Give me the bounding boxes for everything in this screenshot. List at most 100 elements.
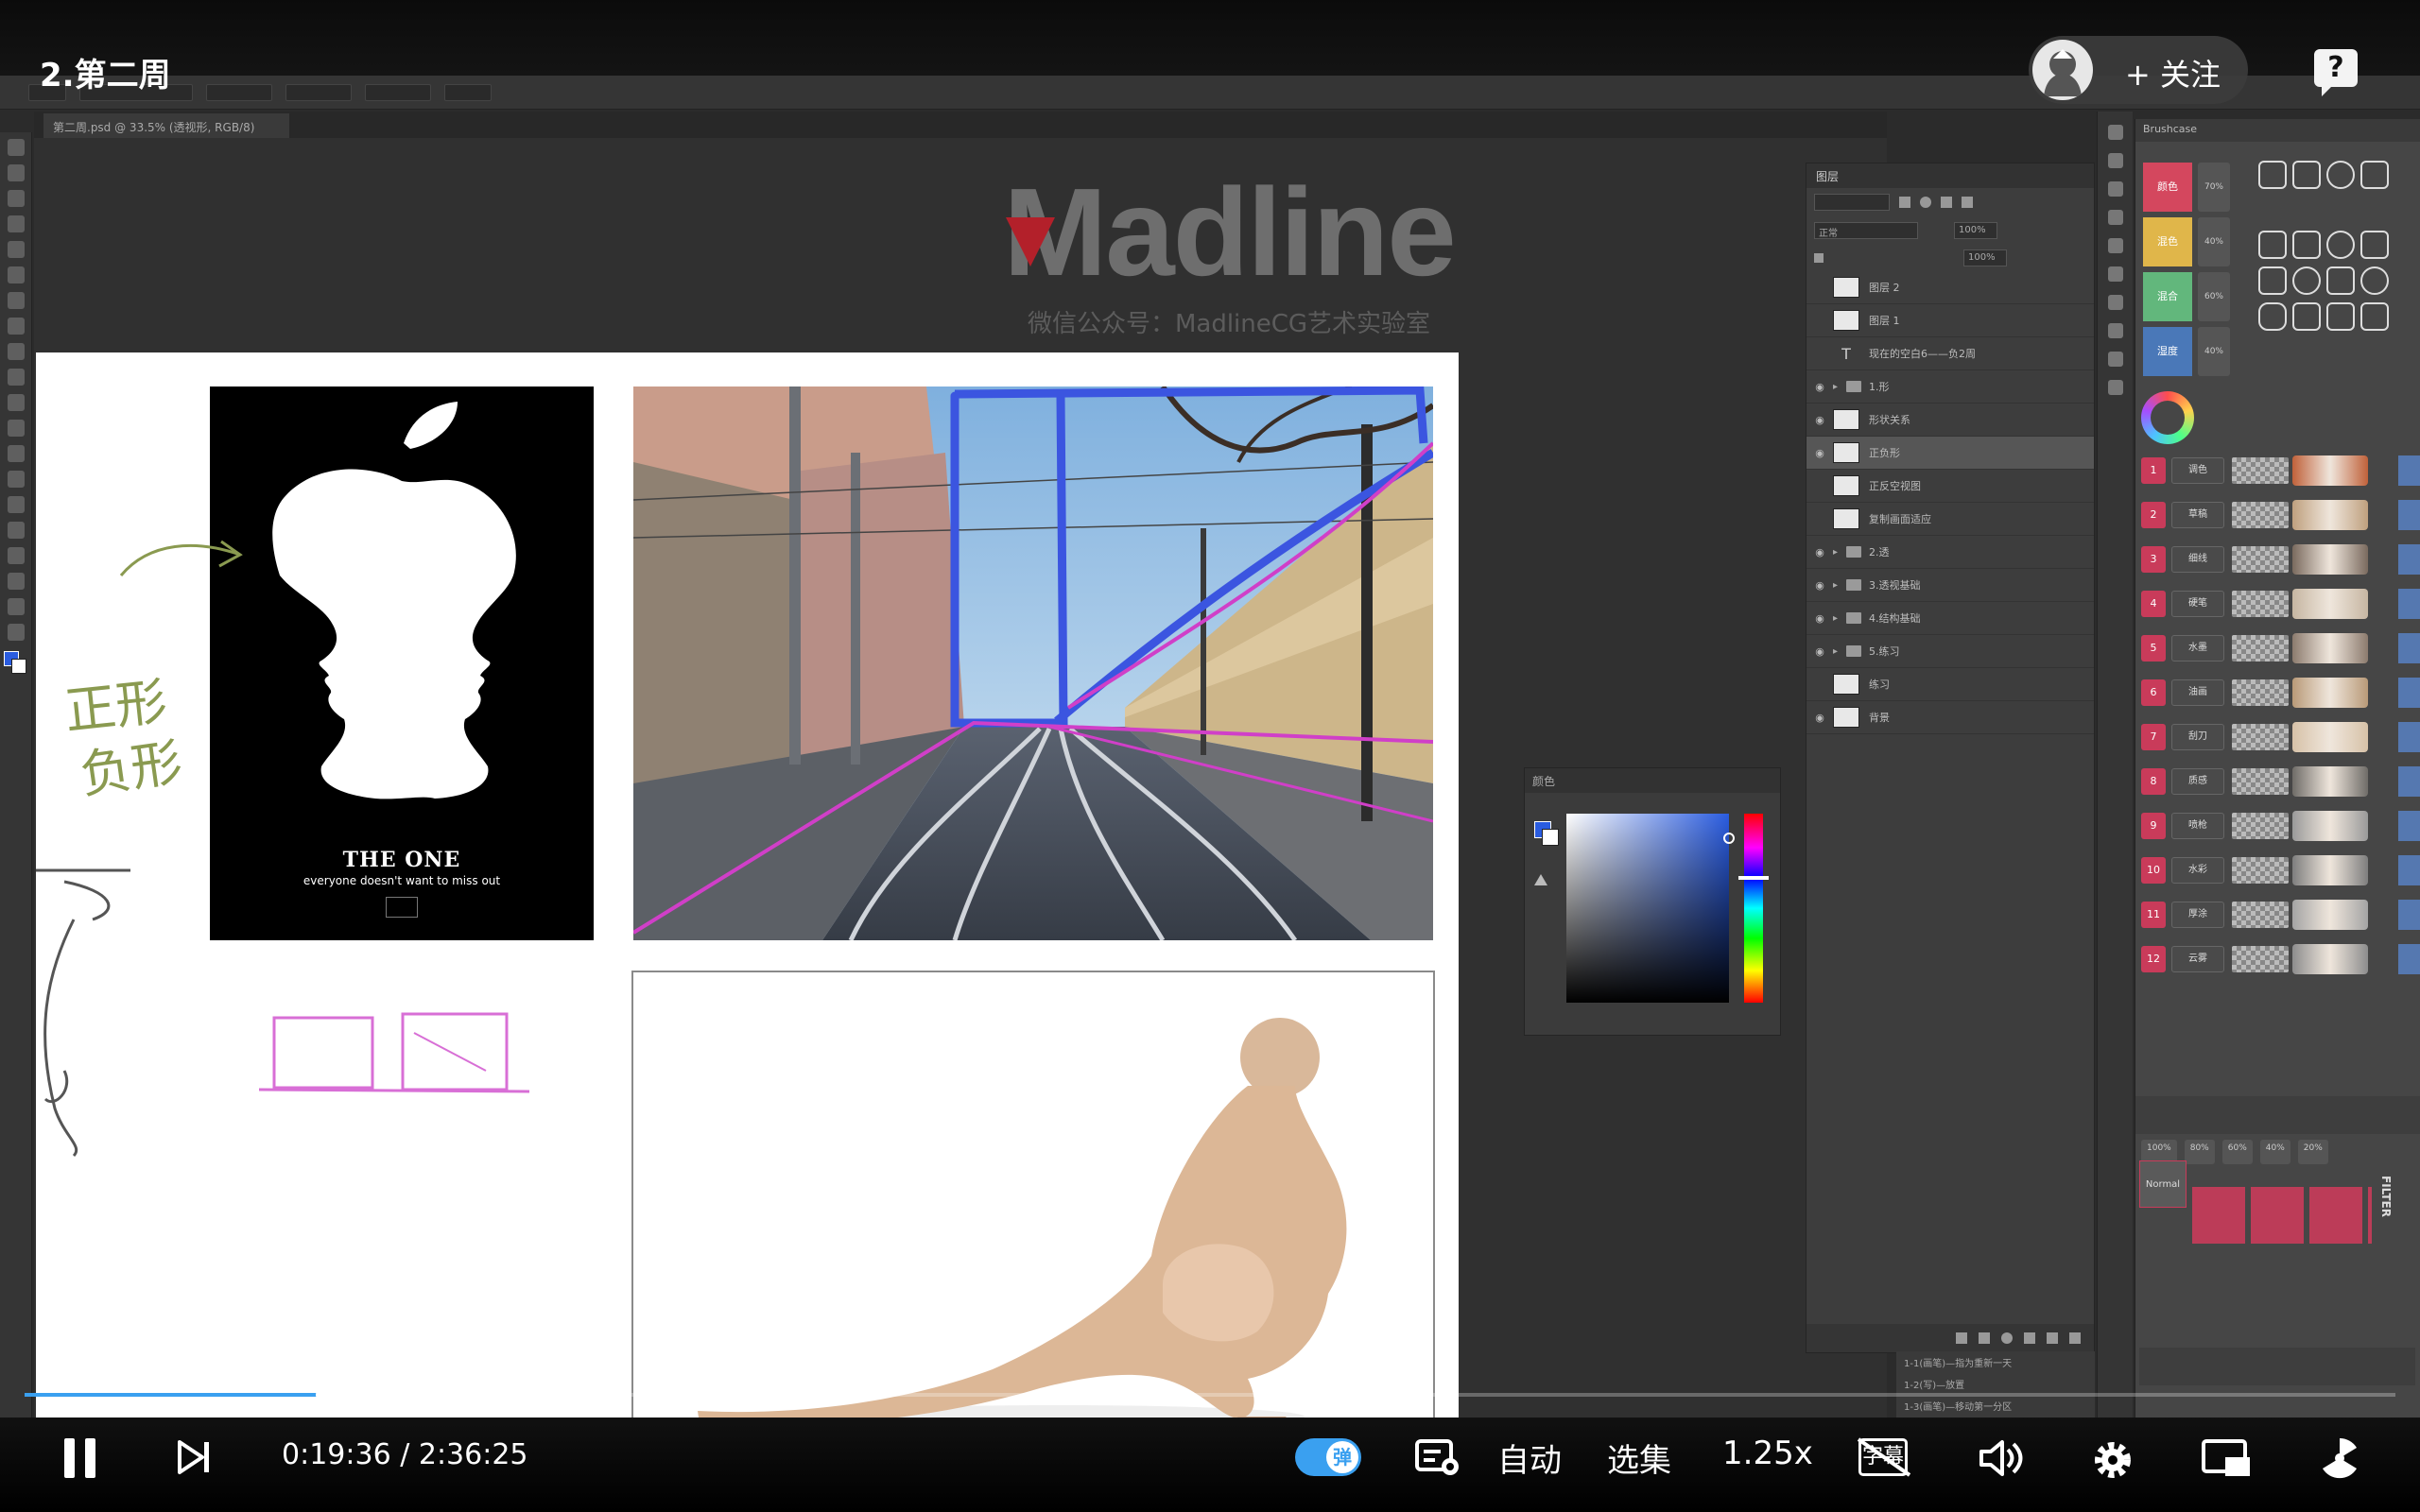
paths-panel-icon[interactable]	[2108, 210, 2123, 225]
lasso-tool-icon[interactable]	[8, 190, 25, 207]
danmu-toggle[interactable]: 弹	[1295, 1438, 1361, 1476]
layer-visibility-eye-icon[interactable]: ◉	[1806, 546, 1833, 558]
stroke-icon[interactable]	[2360, 231, 2389, 259]
blend-mode-dropdown[interactable]: 正常	[1814, 222, 1918, 239]
brush-swatch-percent[interactable]: 40%	[2198, 327, 2230, 376]
brush-side-tab[interactable]	[2398, 633, 2420, 663]
brush-side-tab[interactable]	[2398, 544, 2420, 575]
channels-panel-icon[interactable]	[2108, 181, 2123, 197]
layer-visibility-eye-icon[interactable]: ◉	[1806, 645, 1833, 658]
layer-row[interactable]: ◉ ▸ 3.透视基础	[1806, 569, 2094, 602]
shape-tool-icon[interactable]	[8, 573, 25, 590]
actions-panel-icon[interactable]	[2108, 380, 2123, 395]
brush-preset-number[interactable]: 9	[2141, 813, 2166, 839]
brush-preset-label[interactable]: 水彩	[2171, 857, 2224, 884]
brush-preset-number[interactable]: 11	[2141, 902, 2166, 928]
pencil-icon[interactable]	[2292, 161, 2321, 189]
brush-side-tab[interactable]	[2398, 944, 2420, 974]
flow-field[interactable]	[285, 83, 352, 101]
brush-preset-row[interactable]: 12 云雾	[2135, 940, 2420, 978]
layer-row[interactable]: ◉ ▸ 2.透	[1806, 536, 2094, 569]
layer-row[interactable]: 正反空视图	[1806, 470, 2094, 503]
brush-color-swatch[interactable]: 颜色	[2143, 163, 2192, 212]
brush-preset-number[interactable]: 10	[2141, 857, 2166, 884]
history-panel-icon[interactable]	[2108, 125, 2123, 140]
pen-icon[interactable]	[2258, 161, 2287, 189]
brush-preset-label[interactable]: 质感	[2171, 768, 2224, 795]
brush-preset-number[interactable]: 8	[2141, 768, 2166, 795]
progress-bar[interactable]	[25, 1389, 2395, 1400]
zoom-tool-icon[interactable]	[8, 624, 25, 641]
auto-quality-button[interactable]: 自动	[1497, 1435, 1562, 1481]
brush-preset-number[interactable]: 6	[2141, 679, 2166, 706]
brush-preset-row[interactable]: 10 水彩	[2135, 851, 2420, 889]
smoothing-field[interactable]	[365, 83, 431, 101]
history-item[interactable]: 1-1(画笔)—指为重新一天	[1896, 1351, 2095, 1373]
danmu-settings-icon[interactable]	[1414, 1438, 1461, 1478]
layer-visibility-eye-icon[interactable]: ◉	[1806, 612, 1833, 625]
group-expand-chevron-icon[interactable]: ▸	[1833, 580, 1846, 591]
brush-side-tab[interactable]	[2398, 455, 2420, 486]
brush-swatch-percent[interactable]: 40%	[2198, 217, 2230, 266]
puzzle-icon[interactable]	[2292, 302, 2321, 331]
type-tool-icon[interactable]	[8, 522, 25, 539]
hue-slider[interactable]	[1738, 814, 1769, 1003]
brush-preset-row[interactable]: 7 刮刀	[2135, 718, 2420, 756]
brush-color-swatch[interactable]: 混合	[2143, 272, 2192, 321]
brush-preset-number[interactable]: 12	[2141, 946, 2166, 972]
layer-row[interactable]: ◉ 正负形	[1806, 437, 2094, 470]
lasso-icon[interactable]	[2326, 161, 2355, 189]
properties-panel-icon[interactable]	[2108, 295, 2123, 310]
pause-icon[interactable]	[62, 1438, 100, 1478]
layer-row[interactable]: T 现在的空白6——负2周	[1806, 337, 2094, 370]
playback-speed-button[interactable]: 1.25x	[1722, 1435, 1813, 1472]
history-item[interactable]: 1-3(画笔)—移动第一分区	[1896, 1395, 2095, 1417]
layer-row[interactable]: ◉ ▸ 5.练习	[1806, 635, 2094, 668]
brush-preset-label[interactable]: 调色	[2171, 457, 2224, 484]
episodes-button[interactable]: 选集	[1607, 1435, 1671, 1481]
volume-icon[interactable]	[1978, 1438, 2025, 1478]
blur-tool-icon[interactable]	[8, 445, 25, 462]
brush-preset-row[interactable]: 1 调色	[2135, 452, 2420, 490]
hue-slider-handle[interactable]	[1738, 876, 1769, 880]
layer-visibility-eye-icon[interactable]: ◉	[1806, 447, 1833, 459]
background-color-swatch[interactable]	[1542, 829, 1559, 846]
layer-row[interactable]: 图层 2	[1806, 271, 2094, 304]
progress-handle[interactable]	[315, 1389, 327, 1400]
document-tab[interactable]: 第二周.psd @ 33.5% (透视形, RGB/8)	[43, 113, 289, 138]
character-panel-icon[interactable]	[2108, 238, 2123, 253]
rect-select-icon[interactable]	[2258, 266, 2287, 295]
group-expand-chevron-icon[interactable]: ▸	[1833, 547, 1846, 558]
filter-type-icon[interactable]	[1941, 197, 1952, 208]
brush-swatch-percent[interactable]: 60%	[2198, 272, 2230, 321]
adjustments-panel-icon[interactable]	[2108, 352, 2123, 367]
brush-preset-number[interactable]: 5	[2141, 635, 2166, 662]
group-expand-chevron-icon[interactable]: ▸	[1833, 613, 1846, 624]
opacity-value[interactable]: 100%	[1954, 222, 1997, 239]
layer-visibility-eye-icon[interactable]: ◉	[1806, 414, 1833, 426]
transform-icon[interactable]	[2360, 302, 2389, 331]
layer-row[interactable]: ◉ ▸ 4.结构基础	[1806, 602, 2094, 635]
color-swatches-icon[interactable]	[2, 649, 30, 678]
brush-preset-label[interactable]: 厚涂	[2171, 902, 2224, 928]
brush-preset-row[interactable]: 5 水墨	[2135, 629, 2420, 667]
subtitle-off-icon[interactable]: 字幕	[1857, 1437, 1911, 1478]
filter-adjustment-icon[interactable]	[1920, 197, 1931, 208]
layer-row[interactable]: ◉ 形状关系	[1806, 404, 2094, 437]
brush-side-tab[interactable]	[2398, 900, 2420, 930]
lock-icon[interactable]	[1814, 253, 1824, 263]
opacity-field[interactable]	[206, 83, 272, 101]
layer-visibility-eye-icon[interactable]: ◉	[1806, 712, 1833, 724]
circle-select-icon[interactable]	[2360, 266, 2389, 295]
zoom-step[interactable]: 20%	[2297, 1140, 2328, 1164]
brush-preset-number[interactable]: 3	[2141, 546, 2166, 573]
brush-preset-number[interactable]: 1	[2141, 457, 2166, 484]
brush-preset-row[interactable]: 3 细线	[2135, 541, 2420, 578]
brush-preset-label[interactable]: 硬笔	[2171, 591, 2224, 617]
history-brush-icon[interactable]	[8, 369, 25, 386]
brush-side-tab[interactable]	[2398, 722, 2420, 752]
brush-tool-icon[interactable]	[8, 318, 25, 335]
pen-tool-icon[interactable]	[8, 496, 25, 513]
healing-brush-icon[interactable]	[8, 292, 25, 309]
edit-icon[interactable]	[2326, 266, 2355, 295]
